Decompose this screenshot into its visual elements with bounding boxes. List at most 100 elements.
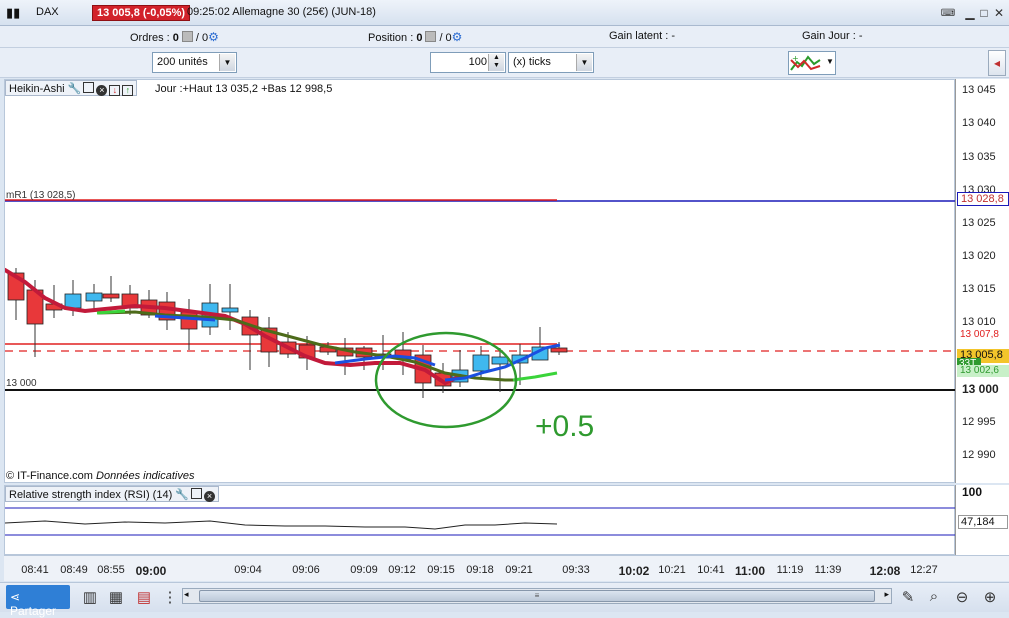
indicators-icon[interactable]: ▤ bbox=[134, 588, 154, 608]
price-tick-label: 12 990 bbox=[962, 449, 996, 461]
price-tick-label: 13 045 bbox=[962, 84, 996, 96]
price-tick-label: 13 040 bbox=[962, 117, 996, 129]
source-credit: © IT-Finance.com Données indicatives bbox=[6, 470, 195, 482]
time-tick-label: 09:09 bbox=[350, 564, 378, 576]
share-button[interactable]: ⋖ Partager bbox=[6, 585, 70, 618]
time-tick-label: 10:41 bbox=[697, 564, 725, 576]
candle-body bbox=[64, 293, 82, 309]
share-icon: ⋖ bbox=[10, 590, 21, 604]
time-tick-label: 09:06 bbox=[292, 564, 320, 576]
time-tick-label: 11:19 bbox=[776, 564, 804, 576]
arrow-up-icon[interactable]: ↑ bbox=[122, 85, 134, 96]
green-ma-segment-1 bbox=[96, 309, 126, 315]
candle-body bbox=[221, 307, 239, 313]
candle-body bbox=[102, 293, 120, 299]
candle-body bbox=[491, 356, 509, 365]
chevron-down-icon: ▼ bbox=[219, 54, 235, 71]
title-bar: ▮▮ DAX 13 005,8 (-0,05%) 09:25:02 Allema… bbox=[0, 0, 1009, 26]
price-tick-label: 12 995 bbox=[962, 416, 996, 428]
close-icon[interactable]: ✕ bbox=[991, 6, 1007, 20]
symbol-name: DAX bbox=[36, 6, 59, 18]
position-value: 0 bbox=[416, 32, 423, 44]
time-tick-label: 08:41 bbox=[21, 564, 49, 576]
r1-label: mR1 (13 028,5) bbox=[6, 190, 76, 201]
price-axis[interactable]: 13 045 13 040 13 035 13 030 13 025 13 020 13 0… bbox=[955, 79, 1009, 483]
zoom-in-icon[interactable]: ⊕ bbox=[980, 588, 1000, 608]
scrollbar-thumb[interactable]: ≡ bbox=[199, 590, 875, 602]
close-icon[interactable]: × bbox=[204, 491, 215, 502]
wrench-icon[interactable]: 🔧 bbox=[68, 83, 82, 95]
window-icon[interactable] bbox=[83, 82, 95, 93]
calendar-icon[interactable]: ▦ bbox=[106, 588, 126, 608]
red-line-price-badge: 13 007,8 bbox=[957, 329, 1009, 341]
price-tick-label: 13 000 bbox=[962, 382, 999, 396]
keyboard-icon[interactable]: ⌨ bbox=[938, 7, 958, 21]
chevron-down-icon: ▼ bbox=[576, 54, 592, 71]
chart-scrollbar[interactable]: ◂ ≡ ▸ bbox=[182, 588, 892, 604]
rsi-top-tick: 100 bbox=[962, 485, 983, 499]
time-axis[interactable]: 08:41 08:49 08:55 09:00 09:04 09:06 09:09 09:12… bbox=[4, 555, 1009, 581]
account-info-bar: Ordres : 0/ 0⚙ Position : 0/ 0⚙ Gain lat… bbox=[0, 26, 1009, 48]
time-tick-label: 09:04 bbox=[234, 564, 262, 576]
stepper-arrows-icon[interactable]: ▲ ▼ bbox=[488, 54, 504, 71]
rsi-panel[interactable]: Relative strength index (RSI) (14) 🔧 × bbox=[4, 485, 956, 555]
time-tick-label: 09:18 bbox=[466, 564, 494, 576]
candle-body bbox=[85, 292, 103, 302]
units-select[interactable]: 200 unités ▼ bbox=[152, 52, 237, 73]
zoom-area-icon[interactable]: ⌕ bbox=[924, 588, 944, 608]
rsi-title-bar: Relative strength index (RSI) (14) 🔧 × bbox=[5, 486, 219, 502]
orders-info: Ordres : 0/ 0⚙ bbox=[130, 30, 219, 44]
vertical-separator-icon: ⋮ bbox=[162, 589, 178, 606]
time-tick-label: 09:21 bbox=[505, 564, 533, 576]
orders-value: 0 bbox=[172, 32, 179, 44]
window-icon[interactable] bbox=[191, 488, 202, 499]
price-tick-label: 13 020 bbox=[962, 250, 996, 262]
chevron-down-icon: ▼ bbox=[826, 57, 834, 66]
time-tick-label: 10:21 bbox=[658, 564, 686, 576]
annotation-text: +0.5 bbox=[535, 410, 595, 443]
r1-price-badge: 13 028,8 bbox=[957, 192, 1009, 206]
wrench-icon[interactable]: 🔧 bbox=[175, 489, 189, 501]
side-panel-toggle-icon[interactable]: ◂ bbox=[988, 50, 1006, 76]
arrow-down-icon[interactable]: ↓ bbox=[109, 85, 121, 96]
svg-text:+: + bbox=[792, 54, 799, 63]
rsi-value-badge: 47,184 bbox=[958, 515, 1008, 529]
price-chart[interactable]: Heikin-Ashi 🔧 × ↓ ↑ Jour :+Haut 13 035,2 +B… bbox=[4, 79, 956, 483]
level-13000-label: 13 000 bbox=[6, 378, 37, 389]
time-tick-label: 12:08 bbox=[869, 564, 901, 578]
chart-type-button[interactable]: + ▼ bbox=[788, 51, 836, 75]
scroll-left-icon[interactable]: ◂ bbox=[184, 589, 189, 600]
close-position-icon[interactable] bbox=[425, 31, 437, 42]
candlestick-icon[interactable]: ▥ bbox=[80, 588, 100, 608]
time-tick-label: 08:49 bbox=[60, 564, 88, 576]
window-icon: ▮▮ bbox=[6, 5, 21, 20]
rsi-axis: 100 47,184 bbox=[955, 485, 1009, 555]
indicator-title-bar: Heikin-Ashi 🔧 × ↓ ↑ bbox=[5, 80, 138, 96]
maximize-icon[interactable]: □ bbox=[976, 6, 992, 20]
green-line-price-badge: 13 002,6 bbox=[957, 365, 1009, 377]
quantity-stepper[interactable]: 100 ▲ ▼ bbox=[430, 52, 506, 73]
price-tick-label: 13 035 bbox=[962, 151, 996, 163]
candle-body bbox=[472, 354, 490, 372]
time-tick-label: 11:39 bbox=[814, 564, 842, 576]
price-tick-label: 13 010 bbox=[962, 316, 996, 328]
position-settings-icon[interactable]: ⚙ bbox=[452, 30, 463, 44]
time-tick-label: 09:33 bbox=[562, 564, 590, 576]
scroll-right-icon[interactable]: ▸ bbox=[884, 589, 889, 600]
close-icon[interactable]: × bbox=[96, 85, 108, 96]
price-change-badge: 13 005,8 (-0,05%) bbox=[92, 5, 191, 21]
orders-settings-icon[interactable]: ⚙ bbox=[208, 30, 219, 44]
gain-latent: Gain latent : - bbox=[609, 30, 676, 42]
time-tick-label: 08:55 bbox=[97, 564, 125, 576]
time-tick-label: 10:02 bbox=[618, 564, 650, 578]
cancel-orders-icon[interactable] bbox=[181, 31, 193, 42]
gain-jour: Gain Jour : - bbox=[802, 30, 863, 42]
time-tick-label: 09:00 bbox=[135, 564, 167, 578]
price-tick-label: 13 015 bbox=[962, 283, 996, 295]
candle-body bbox=[550, 347, 568, 353]
chart-indicator-icon: + bbox=[790, 54, 821, 71]
drawing-tools-icon[interactable]: ✎ bbox=[898, 588, 918, 608]
ticks-select[interactable]: (x) ticks ▼ bbox=[508, 52, 594, 73]
price-tick-label: 13 025 bbox=[962, 217, 996, 229]
zoom-out-icon[interactable]: ⊖ bbox=[952, 588, 972, 608]
